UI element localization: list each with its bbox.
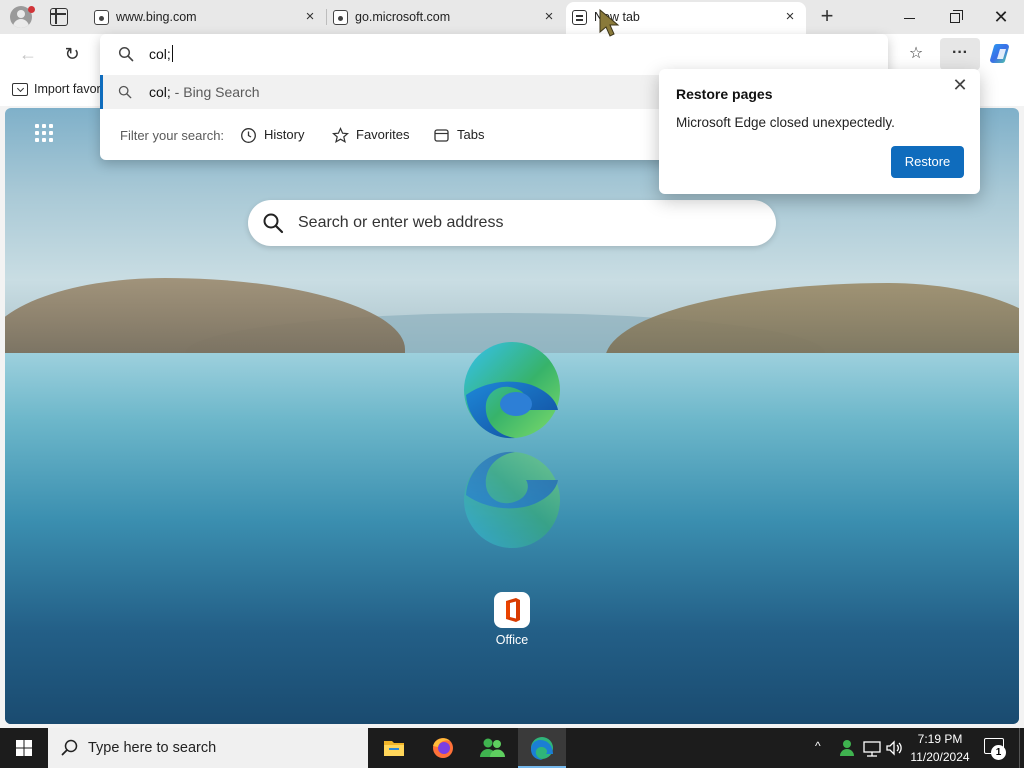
taskbar: Type here to search ^ 7:19 PM 11/20/2024… — [0, 728, 1024, 768]
search-icon — [118, 46, 134, 62]
close-icon[interactable]: ✕ — [950, 75, 970, 95]
restore-window-icon — [950, 10, 963, 24]
firefox-icon — [433, 738, 453, 758]
address-bar-input[interactable]: col; — [149, 45, 173, 62]
import-favorites-label: Import favor — [34, 82, 101, 96]
close-window-button[interactable]: ✕ — [978, 0, 1024, 34]
people-app-button[interactable] — [468, 728, 516, 768]
text-caret — [171, 45, 173, 62]
tab-title: go.microsoft.com — [355, 10, 451, 24]
search-icon — [61, 739, 78, 756]
clock-date: 11/20/2024 — [910, 750, 970, 764]
filter-favorites-label: Favorites — [356, 127, 410, 142]
import-icon — [12, 83, 28, 96]
taskbar-clock[interactable]: 7:19 PM 11/20/2024 — [906, 730, 974, 766]
tray-overflow-button[interactable]: ^ — [815, 739, 821, 753]
restore-popup-title: Restore pages — [676, 86, 773, 102]
tab-close-icon[interactable]: × — [541, 9, 557, 25]
people-icon — [480, 738, 505, 757]
restore-popup-message: Microsoft Edge closed unexpectedly. — [676, 115, 895, 130]
copilot-icon[interactable] — [989, 41, 1015, 67]
tabs-icon — [434, 129, 449, 142]
filter-tabs-button[interactable]: Tabs — [433, 121, 492, 149]
office-icon — [506, 598, 520, 622]
show-desktop-button[interactable] — [1019, 728, 1020, 768]
profile-notification-dot — [28, 6, 35, 13]
import-favorites-button[interactable]: Import favor — [12, 82, 101, 96]
tab-bing[interactable]: www.bing.com × — [88, 2, 326, 34]
taskbar-search-placeholder: Type here to search — [88, 740, 217, 756]
restore-window-button[interactable] — [932, 0, 978, 34]
edge-logo-icon — [464, 342, 560, 439]
file-explorer-icon — [384, 741, 404, 756]
filter-tabs-label: Tabs — [457, 127, 485, 142]
address-bar-value: col; — [149, 46, 171, 62]
tab-go-microsoft[interactable]: go.microsoft.com × — [327, 2, 565, 34]
search-icon — [263, 213, 284, 234]
suggestion-suffix: - Bing Search — [170, 84, 260, 100]
page-icon — [94, 10, 109, 25]
new-tab-page: Search or enter web address Office — [5, 108, 1019, 724]
edge-taskbar-button[interactable] — [518, 728, 566, 768]
filter-history-button[interactable]: History — [240, 121, 312, 149]
refresh-button[interactable]: ↻ — [60, 42, 84, 66]
tab-actions-icon[interactable] — [50, 8, 68, 26]
star-icon — [332, 127, 349, 144]
restore-pages-popup: Restore pages Microsoft Edge closed unex… — [659, 69, 980, 194]
filter-label: Filter your search: — [120, 128, 225, 143]
page-icon — [333, 10, 348, 25]
taskbar-search-box[interactable]: Type here to search — [48, 728, 368, 768]
title-bar: www.bing.com × go.microsoft.com × New ta… — [0, 0, 1024, 34]
minimize-button[interactable] — [886, 0, 932, 34]
edge-icon — [531, 737, 553, 760]
firefox-button[interactable] — [419, 728, 467, 768]
clock-time: 7:19 PM — [917, 732, 963, 746]
new-tab-button[interactable]: + — [816, 5, 838, 28]
people-tray-icon[interactable] — [838, 738, 856, 758]
file-explorer-button[interactable] — [370, 728, 418, 768]
office-label: Office — [495, 633, 529, 647]
volume-icon[interactable] — [884, 738, 904, 758]
tab-close-icon[interactable]: × — [782, 9, 798, 25]
filter-history-label: History — [264, 127, 305, 142]
edge-logo-reflection — [464, 451, 560, 548]
favorites-star-icon[interactable]: ☆ — [903, 41, 929, 67]
app-launcher-icon[interactable] — [35, 124, 57, 146]
notification-badge: 1 — [991, 745, 1006, 760]
network-icon[interactable] — [862, 738, 882, 758]
filter-favorites-button[interactable]: Favorites — [332, 121, 417, 149]
cursor-icon — [599, 8, 620, 37]
windows-start-icon[interactable] — [0, 728, 48, 768]
suggestion-query: col; — [149, 84, 171, 100]
tab-title: www.bing.com — [116, 10, 197, 24]
back-button[interactable]: ← — [16, 42, 40, 66]
minimize-icon — [903, 17, 915, 19]
ntp-search-box[interactable]: Search or enter web address — [248, 200, 776, 246]
new-tab-page-icon — [572, 10, 587, 25]
settings-more-button[interactable]: ··· — [940, 38, 980, 70]
search-icon — [118, 85, 132, 99]
tab-close-icon[interactable]: × — [302, 9, 318, 25]
office-quick-link[interactable] — [494, 592, 530, 628]
history-icon — [241, 128, 256, 143]
ntp-search-placeholder: Search or enter web address — [298, 214, 504, 231]
restore-button[interactable]: Restore — [891, 146, 964, 178]
